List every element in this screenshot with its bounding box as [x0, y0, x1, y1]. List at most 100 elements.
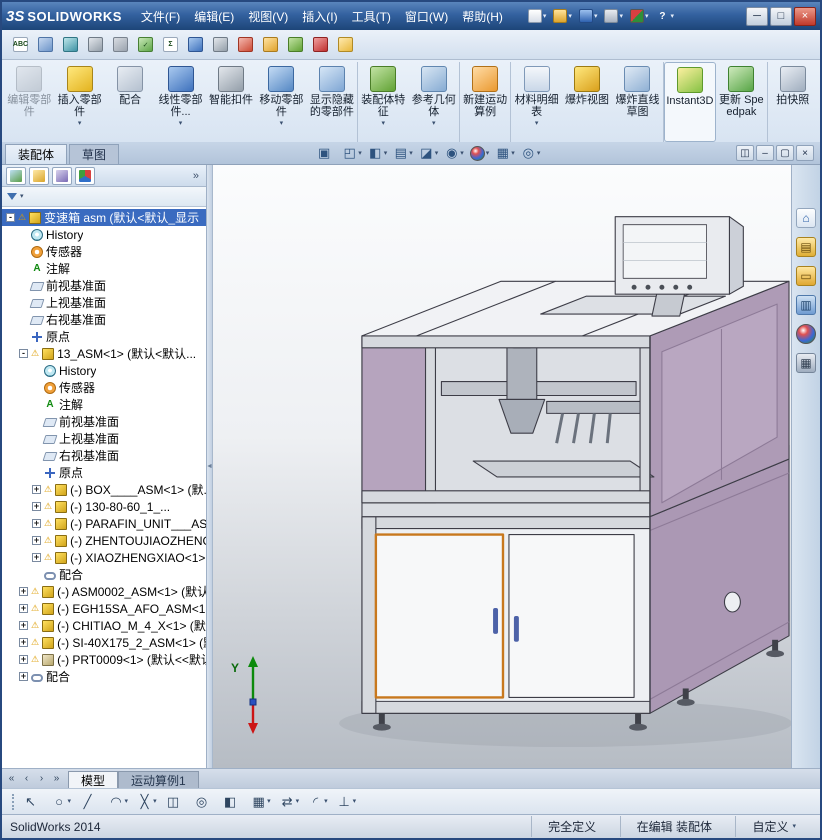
tree-row[interactable]: 原点: [2, 464, 206, 481]
tree-row[interactable]: + (-) BOX____ASM<1> (默...: [2, 481, 206, 498]
tree-row[interactable]: 传感器: [2, 379, 206, 396]
driveworksxpress-icon[interactable]: [335, 34, 356, 55]
dropdown-arrow-icon[interactable]: [543, 13, 547, 20]
tab-assembly[interactable]: 装配体: [5, 144, 67, 164]
tree-expander[interactable]: [19, 281, 28, 290]
open-document-button[interactable]: [551, 7, 574, 25]
dropdown-arrow-icon[interactable]: [20, 193, 24, 200]
status-custom[interactable]: 自定义: [735, 816, 812, 837]
tree-expander[interactable]: [32, 468, 41, 477]
sketch-fillet-tool[interactable]: ◜: [308, 794, 328, 809]
linear-component-pattern-button[interactable]: 线性零部件...: [155, 62, 205, 142]
help-button[interactable]: ?: [653, 7, 676, 25]
tree-row[interactable]: + (-) XIAOZHENGXIAO<1> (默...: [2, 549, 206, 566]
tab-scroll-button[interactable]: »: [49, 771, 64, 786]
tree-row[interactable]: + (-) ZHENTOUJIAOZHENG<...: [2, 532, 206, 549]
dropdown-arrow-icon[interactable]: [792, 823, 796, 830]
simulationxpress-icon[interactable]: [235, 34, 256, 55]
tree-expander[interactable]: -: [19, 349, 28, 358]
menu-item[interactable]: 帮助(H): [455, 4, 510, 29]
dropdown-arrow-icon[interactable]: [353, 798, 357, 805]
tree-row[interactable]: - 13_ASM<1> (默认<默认...: [2, 345, 206, 362]
sketch-arc-tool[interactable]: ◠: [109, 794, 129, 809]
instant3d-button[interactable]: Instant3D: [664, 62, 716, 142]
tree-row[interactable]: + (-) 130-80-60_1_...: [2, 498, 206, 515]
tree-expander[interactable]: [19, 230, 28, 239]
tab-model[interactable]: 模型: [68, 771, 118, 788]
mirror-entities-tool[interactable]: ◧: [223, 794, 243, 809]
convert-entities-tool[interactable]: ◫: [166, 794, 186, 809]
reference-geometry-button[interactable]: 参考几何体: [409, 62, 460, 142]
tree-expander[interactable]: +: [19, 655, 28, 664]
menu-item[interactable]: 文件(F): [134, 4, 187, 29]
view-settings-button[interactable]: ◎: [521, 146, 541, 161]
bill-of-materials-button[interactable]: 材料明细表: [511, 62, 561, 142]
dropdown-arrow-icon[interactable]: [645, 13, 649, 20]
edit-component-button[interactable]: 编辑零部件: [4, 62, 54, 142]
edit-appearance-button[interactable]: ●: [470, 146, 490, 161]
tree-row[interactable]: + (-) SI-40X175_2_ASM<1> (默...: [2, 634, 206, 651]
tree-row[interactable]: 上视基准面: [2, 294, 206, 311]
menu-item[interactable]: 插入(I): [295, 4, 344, 29]
tab-sketch[interactable]: 草图: [69, 144, 119, 164]
assembly-features-button[interactable]: 装配体特征: [358, 62, 408, 142]
mate-button[interactable]: 配合: [105, 62, 155, 142]
dropdown-arrow-icon[interactable]: [324, 798, 328, 805]
floxpress-icon[interactable]: [260, 34, 281, 55]
tree-expander[interactable]: +: [19, 621, 28, 630]
tree-row[interactable]: History: [2, 226, 206, 243]
configurationmanager-tab[interactable]: [52, 167, 72, 185]
featuremanager-tab[interactable]: [6, 167, 26, 185]
options-button[interactable]: [628, 7, 651, 25]
tree-row[interactable]: + (-) CHITIAO_M_4_X<1> (默认: [2, 617, 206, 634]
doc-window-icon[interactable]: ◫: [736, 145, 754, 161]
close-button[interactable]: ×: [794, 7, 816, 26]
sketch-circle-tool[interactable]: ○: [52, 794, 72, 809]
tree-expander[interactable]: +: [19, 604, 28, 613]
tree-row[interactable]: 注解: [2, 396, 206, 413]
tab-motion-study-1[interactable]: 运动算例1: [118, 771, 199, 788]
tree-row[interactable]: + (-) ASM0002_ASM<1> (默认<...: [2, 583, 206, 600]
dropdown-arrow-icon[interactable]: [384, 150, 388, 157]
insert-components-button[interactable]: 插入零部件: [54, 62, 104, 142]
tree-expander[interactable]: [32, 383, 41, 392]
dropdown-arrow-icon[interactable]: [486, 150, 490, 157]
offset-entities-tool[interactable]: ◎: [194, 794, 214, 809]
tree-expander[interactable]: +: [32, 519, 41, 528]
displaymanager-tab[interactable]: [75, 167, 95, 185]
tree-row[interactable]: + 配合: [2, 668, 206, 685]
select-tool[interactable]: ↖: [23, 794, 43, 809]
solidworks-resources-icon[interactable]: ⌂: [795, 207, 817, 229]
doc-restore-button[interactable]: ▢: [776, 145, 794, 161]
tree-expander[interactable]: -: [6, 213, 15, 222]
dropdown-arrow-icon[interactable]: [358, 150, 362, 157]
linear-sketch-pattern-tool[interactable]: ▦: [251, 794, 271, 809]
dropdown-arrow-icon[interactable]: [382, 120, 386, 127]
dropdown-arrow-icon[interactable]: [568, 13, 572, 20]
tree-row[interactable]: 传感器: [2, 243, 206, 260]
apply-scene-button[interactable]: ▦: [495, 146, 515, 161]
view-palette-icon[interactable]: ▥: [795, 294, 817, 316]
propertymanager-tab[interactable]: [29, 167, 49, 185]
splitter-collapse-icon[interactable]: [206, 463, 213, 470]
doc-minimize-button[interactable]: –: [756, 145, 774, 161]
minimize-button[interactable]: ─: [746, 7, 768, 26]
update-speedpak-button[interactable]: 更新 Speedpak: [716, 62, 767, 142]
tree-expander[interactable]: +: [19, 587, 28, 596]
dropdown-arrow-icon[interactable]: [535, 120, 539, 127]
tree-row[interactable]: 前视基准面: [2, 277, 206, 294]
section-properties-icon[interactable]: [110, 34, 131, 55]
dropdown-arrow-icon[interactable]: [432, 120, 436, 127]
tree-expander[interactable]: [32, 451, 41, 460]
panel-flyout-chevron[interactable]: »: [190, 170, 202, 182]
dropdown-arrow-icon[interactable]: [153, 798, 157, 805]
tree-row[interactable]: 原点: [2, 328, 206, 345]
tree-row[interactable]: History: [2, 362, 206, 379]
spell-check-icon[interactable]: ABC: [10, 34, 31, 55]
costing-icon[interactable]: [285, 34, 306, 55]
tree-expander[interactable]: [32, 570, 41, 579]
view-orientation-button[interactable]: ▤: [393, 146, 413, 161]
dropdown-arrow-icon[interactable]: [267, 798, 271, 805]
deviation-analysis-icon[interactable]: [185, 34, 206, 55]
dropdown-arrow-icon[interactable]: [409, 150, 413, 157]
